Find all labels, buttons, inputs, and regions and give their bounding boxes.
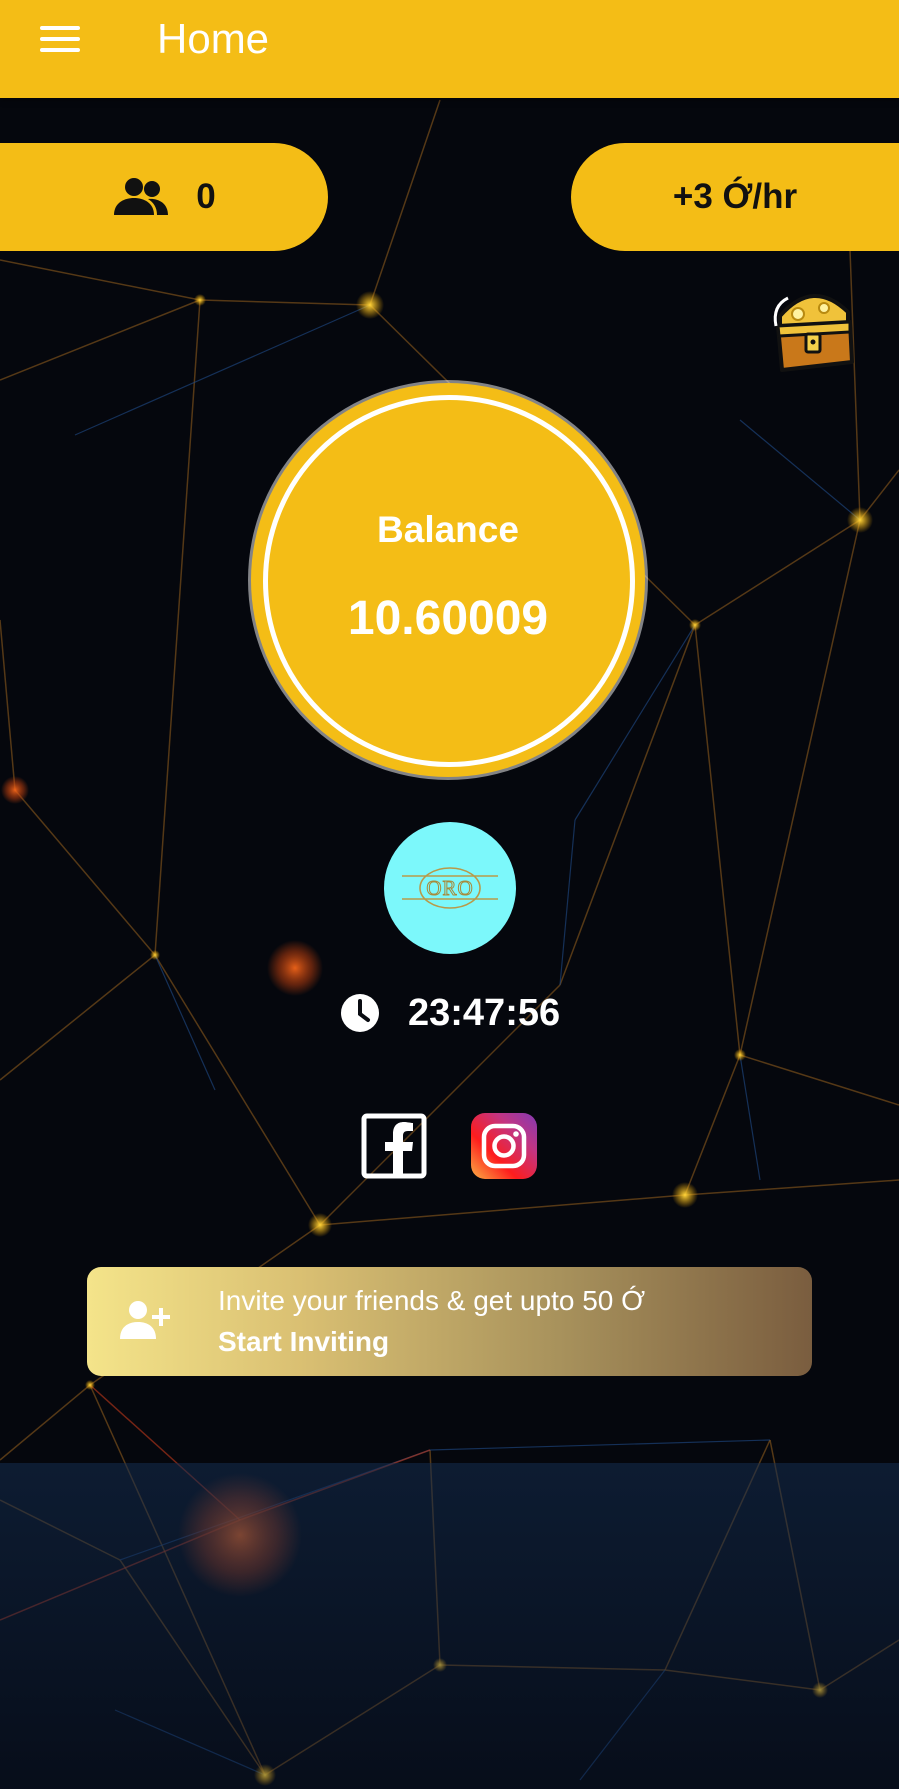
oro-logo: ORO: [402, 867, 498, 909]
balance-value: 10.60009: [347, 592, 549, 645]
page-title: Home: [157, 15, 270, 62]
mining-rate-pill[interactable]: +3 Ớ/hr: [571, 143, 899, 251]
mining-button[interactable]: ORO: [384, 822, 516, 954]
invite-description: Invite your friends & get upto 50 Ớ: [218, 1285, 646, 1316]
bottom-region: [0, 1463, 899, 1789]
countdown-timer: 23:47:56: [340, 988, 560, 1038]
facebook-icon[interactable]: [361, 1113, 427, 1179]
timer-value: 23:47:56: [408, 991, 561, 1034]
invite-banner[interactable]: Invite your friends & get upto 50 Ớ Star…: [87, 1267, 812, 1376]
group-icon: [114, 178, 169, 215]
start-inviting-link[interactable]: Start Inviting: [218, 1326, 389, 1358]
balance-ring: [263, 395, 635, 767]
referral-count: 0: [196, 177, 216, 216]
mining-rate: +3 Ớ/hr: [672, 177, 798, 216]
menu-icon[interactable]: [38, 22, 84, 56]
treasure-chest-icon[interactable]: [768, 276, 858, 376]
balance-label: Balance: [377, 509, 519, 550]
instagram-icon[interactable]: [471, 1113, 537, 1179]
logo-text: ORO: [426, 876, 473, 900]
balance-circle: Balance 10.60009: [251, 383, 645, 777]
add-person-icon: [120, 1301, 170, 1339]
clock-icon: [341, 994, 379, 1032]
referral-count-pill[interactable]: 0: [0, 143, 328, 251]
app-bar: Home: [0, 0, 899, 98]
